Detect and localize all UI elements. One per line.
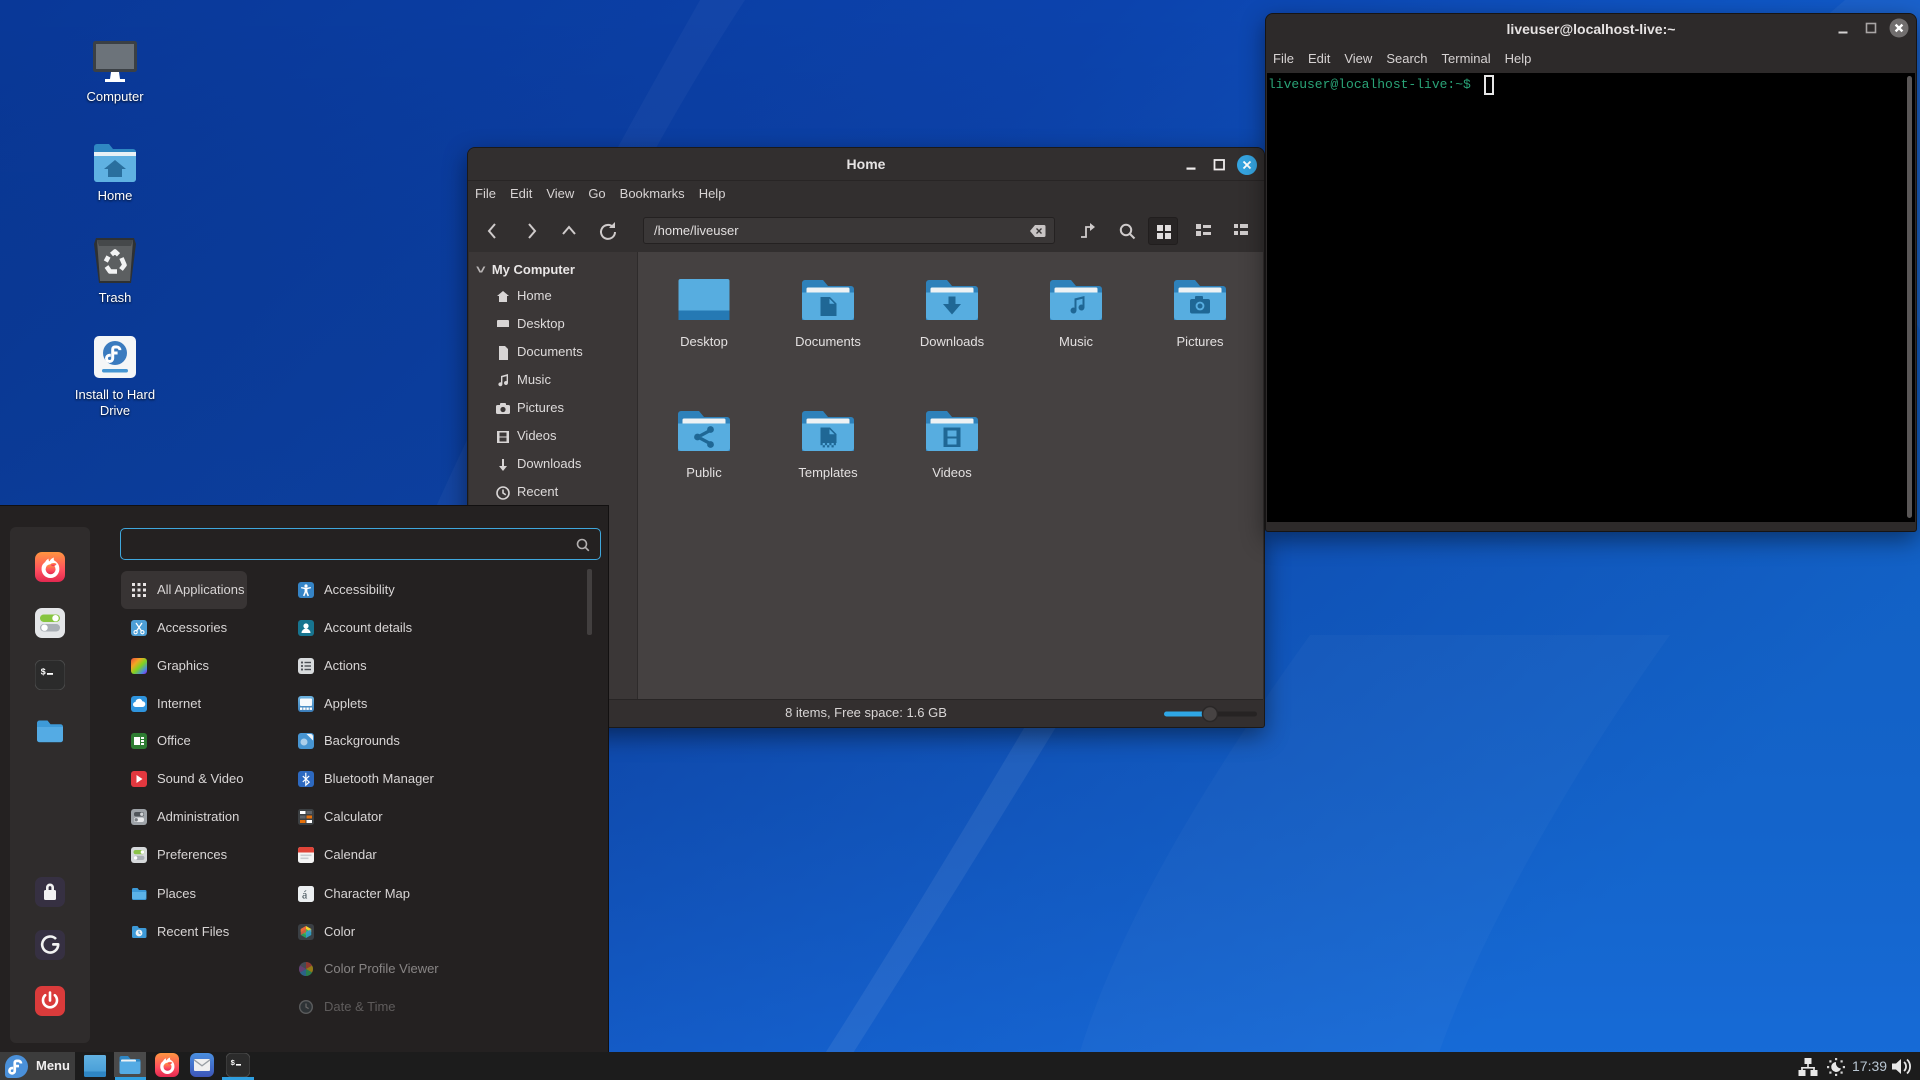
svg-text:á: á [302,888,308,902]
svg-text:$: $ [41,668,47,678]
svg-text:$: $ [231,1060,236,1068]
